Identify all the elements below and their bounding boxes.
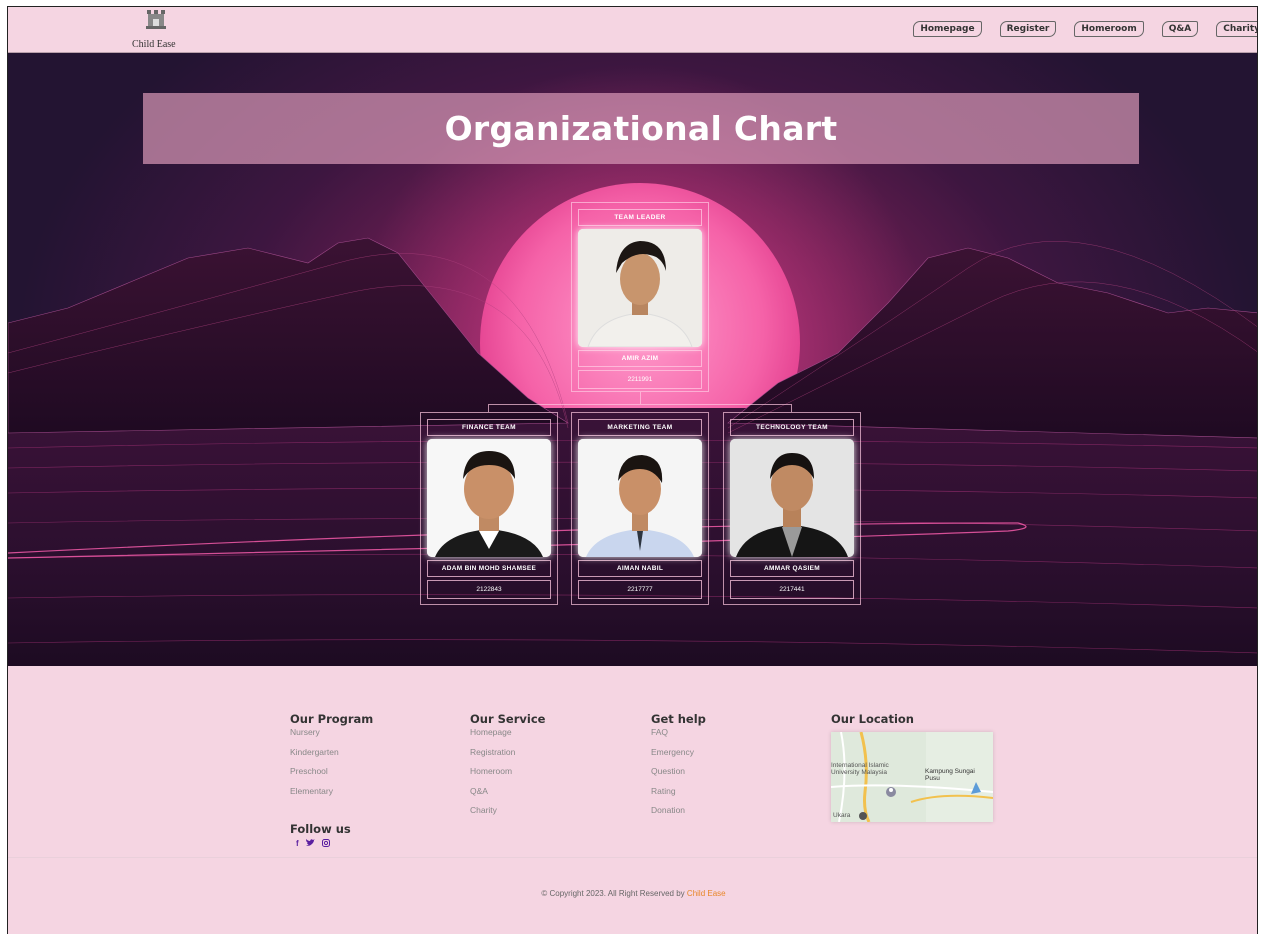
- footer-link[interactable]: Q&A: [470, 786, 545, 806]
- footer-link[interactable]: Question: [651, 766, 706, 786]
- member-name: AIMAN NABIL: [578, 560, 702, 577]
- follow-heading: Follow us: [290, 822, 351, 836]
- member-photo: [730, 439, 854, 557]
- nav-homepage[interactable]: Homepage: [913, 21, 982, 37]
- role-label: FINANCE TEAM: [427, 419, 551, 436]
- member-id: 2217441: [730, 580, 854, 599]
- facebook-icon[interactable]: f: [296, 839, 299, 849]
- footer-heading: Our Program: [290, 712, 374, 726]
- instagram-icon[interactable]: [321, 839, 330, 849]
- member-name: AMMAR QASIEM: [730, 560, 854, 577]
- member-name: AMIR AZIM: [578, 350, 702, 367]
- member-id: 2217777: [578, 580, 702, 599]
- page-title: Organizational Chart: [444, 109, 838, 148]
- social-links: f: [290, 839, 351, 849]
- footer-link[interactable]: Donation: [651, 805, 706, 825]
- nav-register[interactable]: Register: [999, 21, 1057, 37]
- page-frame: Child Ease Homepage Register Homeroom Q&…: [7, 6, 1258, 934]
- footer-location: Our Location: [831, 712, 914, 727]
- footer-link[interactable]: Nursery: [290, 727, 373, 747]
- member-photo: [578, 229, 702, 347]
- footer-link[interactable]: Registration: [470, 747, 545, 767]
- member-photo: [578, 439, 702, 557]
- follow-us: Follow us f: [290, 822, 351, 849]
- copyright-text: © Copyright 2023. All Right Reserved by: [541, 889, 685, 898]
- member-id: 2122843: [427, 580, 551, 599]
- nav-qa[interactable]: Q&A: [1161, 21, 1199, 37]
- copyright: © Copyright 2023. All Right Reserved by …: [8, 889, 1257, 898]
- castle-logo-icon: [146, 10, 166, 29]
- tree-connector-horizontal: [488, 404, 792, 412]
- member-id: 2211991: [578, 370, 702, 389]
- site-header: Child Ease Homepage Register Homeroom Q&…: [8, 7, 1257, 53]
- twitter-icon[interactable]: [305, 839, 315, 849]
- technology-team-card: TECHNOLOGY TEAM AMMAR QASIEM 2217441: [723, 412, 861, 605]
- footer-heading: Get help: [651, 712, 706, 726]
- footer-link[interactable]: Kindergarten: [290, 747, 373, 767]
- role-label: TECHNOLOGY TEAM: [730, 419, 854, 436]
- main-nav: Homepage Register Homeroom Q&A Charity: [913, 21, 1257, 37]
- person-photo-icon: [578, 229, 702, 347]
- finance-team-card: FINANCE TEAM ADAM BIN MOHD SHAMSEE 21228…: [420, 412, 558, 605]
- marketing-team-card: MARKETING TEAM AIMAN NABIL 2217777: [571, 412, 709, 605]
- nav-charity[interactable]: Charity: [1216, 21, 1257, 37]
- footer-link[interactable]: Elementary: [290, 786, 373, 806]
- nav-homeroom[interactable]: Homeroom: [1074, 21, 1144, 37]
- role-label: MARKETING TEAM: [578, 419, 702, 436]
- title-band: Organizational Chart: [143, 93, 1139, 164]
- footer-link[interactable]: Charity: [470, 805, 545, 825]
- footer-help: Get help FAQ Emergency Question Rating D…: [651, 712, 706, 825]
- footer-link[interactable]: Emergency: [651, 747, 706, 767]
- map-label-campus: International Islamic University Malaysi…: [831, 762, 889, 776]
- tree-connector-vertical: [640, 392, 641, 404]
- site-footer: Our Program Nursery Kindergarten Prescho…: [8, 666, 1257, 934]
- location-map[interactable]: International Islamic University Malaysi…: [831, 732, 993, 822]
- map-label-ukara: Ukara: [833, 812, 851, 819]
- footer-link[interactable]: FAQ: [651, 727, 706, 747]
- footer-service: Our Service Homepage Registration Homero…: [470, 712, 545, 825]
- logo[interactable]: Child Ease: [132, 7, 176, 51]
- team-leader-card: TEAM LEADER AMIR AZIM 2211991: [571, 202, 709, 392]
- member-name: ADAM BIN MOHD SHAMSEE: [427, 560, 551, 577]
- member-photo: [427, 439, 551, 557]
- person-photo-icon: [578, 439, 702, 557]
- footer-divider: [8, 857, 1257, 858]
- footer-link[interactable]: Homeroom: [470, 766, 545, 786]
- footer-link[interactable]: Rating: [651, 786, 706, 806]
- footer-program: Our Program Nursery Kindergarten Prescho…: [290, 712, 373, 805]
- person-photo-icon: [730, 439, 854, 557]
- map-label-kampung: Kampung Sungai Pusu: [925, 768, 975, 782]
- logo-text: Child Ease: [132, 39, 176, 50]
- hero-section: Organizational Chart TEAM LEADER AMIR AZ…: [8, 53, 1257, 666]
- role-label: TEAM LEADER: [578, 209, 702, 226]
- footer-link[interactable]: Homepage: [470, 727, 545, 747]
- footer-heading: Our Location: [831, 712, 914, 726]
- footer-link[interactable]: Preschool: [290, 766, 373, 786]
- copyright-brand-link[interactable]: Child Ease: [687, 889, 726, 898]
- footer-heading: Our Service: [470, 712, 546, 726]
- person-photo-icon: [427, 439, 551, 557]
